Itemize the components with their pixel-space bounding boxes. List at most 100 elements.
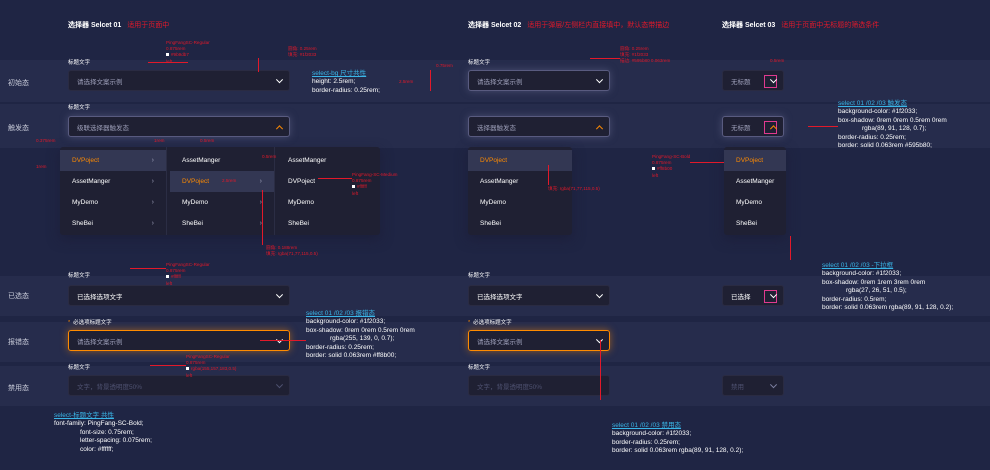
note-error: select 01 /02 /03 报错态 background-color: #… <box>306 310 415 360</box>
annotation-spacing: 0.5rem <box>262 154 277 159</box>
field-label: 标题文字 <box>468 365 491 371</box>
menu-item[interactable]: MyDemo › <box>60 192 166 213</box>
annotation-spacing: 2.5rem <box>399 79 414 84</box>
state-label-trigger: 触发态 <box>8 125 29 132</box>
chevron-up-icon <box>595 124 604 132</box>
note-label: select-标题文字 共性 font-family: PingFang-SC-B… <box>54 412 152 453</box>
menu-item[interactable]: DVPoject › <box>60 150 166 171</box>
cascade-dropdown: DVPoject › AssetManger › MyDemo › SheBei › A… <box>60 147 380 235</box>
column-header-2: 选择器 Selcet 02 适用于弹层/左侧栏内直接填中，默认态带描边 <box>468 22 670 29</box>
field-label-required: * 必选项标题文字 <box>468 320 512 326</box>
annotation-spacing: 0.75rem <box>436 63 453 68</box>
note-trigger: select 01 /02 /03 触发态 background-color: #… <box>838 100 947 150</box>
field-label-required: * 必选项标题文字 <box>68 320 112 326</box>
field-label: 标题文字 <box>468 60 491 66</box>
chevron-down-icon <box>595 290 604 298</box>
state-label-selected: 已选态 <box>8 293 29 300</box>
select-03-disabled: 禁用 <box>722 375 784 396</box>
select-02-error[interactable]: 请选择文案示例 <box>468 330 610 351</box>
menu-item[interactable]: SheBei <box>724 213 786 234</box>
chevron-down-icon <box>275 380 284 388</box>
annotation-font: PingFangSC-Regular 0.875rem #9b9db7 left <box>166 40 210 64</box>
menu-item[interactable]: MyDemo › <box>170 192 274 213</box>
chevron-right-icon: › <box>151 220 154 227</box>
placeholder-text: 无标题 <box>731 124 751 132</box>
placeholder-text: 级联选择器触发态 <box>77 124 129 132</box>
menu-item[interactable]: AssetManger <box>276 150 380 171</box>
chevron-down-icon <box>275 75 284 83</box>
selected-value: 已选择选项文字 <box>477 293 523 301</box>
select-01-error[interactable]: 请选择文案示例 <box>68 330 290 351</box>
annotation-fill: 圆角: 0.188rem 填充: rgba(71,77,115,0.5) <box>266 245 318 257</box>
menu-item[interactable]: MyDemo <box>468 192 572 213</box>
placeholder-text: 选择器触发态 <box>477 124 516 132</box>
annotation-fill: 填充: rgba(71,77,115,0.5) <box>548 186 600 191</box>
placeholder-text: 请选择文案示例 <box>77 338 123 346</box>
menu-item[interactable]: SheBei <box>468 213 572 234</box>
chevron-right-icon: › <box>259 178 262 185</box>
chevron-right-icon: › <box>151 199 154 206</box>
chevron-down-icon <box>275 290 284 298</box>
select-01-initial[interactable]: 请选择文案示例 <box>68 70 290 91</box>
menu-item[interactable]: DVPoject <box>724 150 786 171</box>
annotation-spacing: 1rem <box>36 164 47 169</box>
select-01-trigger[interactable]: 级联选择器触发态 <box>68 116 290 137</box>
field-label: 标题文字 <box>468 273 491 279</box>
annotation-stroke: 圆角: 0.25rem 填充: #1f2033 描边: #595b80 0.063r… <box>620 46 671 64</box>
divider <box>274 147 275 235</box>
placeholder-text: 无标题 <box>731 78 751 86</box>
column-header-3: 选择器 Selcet 03 适用于页面中无标题的筛选条件 <box>722 22 880 29</box>
note-size: select-bg 尺寸共性 height: 2.5rem; border-radi… <box>312 70 380 94</box>
selected-value: 已选择选项文字 <box>77 293 123 301</box>
state-label-initial: 初始态 <box>8 80 29 87</box>
annotation-font: PingFang-SC-Medium 0.875rem #ffffff left <box>352 172 398 196</box>
annotation-spacing: 0.375rem <box>36 138 56 143</box>
annotation-spacing: 0.5rem <box>200 138 215 143</box>
placeholder-text: 文字，背景透明度50% <box>77 383 143 391</box>
menu-item[interactable]: SheBei <box>276 213 380 234</box>
annotation-fill: 圆角: 0.25rem 填充: #1f2033 <box>288 46 317 58</box>
placeholder-text: 文字，背景透明度50% <box>477 383 543 391</box>
menu-item[interactable]: MyDemo <box>724 192 786 213</box>
divider <box>166 147 167 235</box>
placeholder-text: 请选择文案示例 <box>77 78 123 86</box>
field-label: 标题文字 <box>68 273 91 279</box>
menu-item[interactable]: SheBei › <box>60 213 166 234</box>
menu-item[interactable]: SheBei › <box>170 213 274 234</box>
select-02-initial[interactable]: 请选择文案示例 <box>468 70 610 91</box>
annotation-spacing: 0.5rem <box>770 58 785 63</box>
chevron-down-icon <box>595 75 604 83</box>
menu-item[interactable]: AssetManger › <box>60 171 166 192</box>
chevron-up-icon <box>275 124 284 132</box>
note-dropdown: select 01 /02 /03 -下拉框 background-color: … <box>822 262 954 312</box>
annotation-font: PingFangSC-Regular 0.875rem rgba(155,157,1… <box>186 354 237 378</box>
annotation-font: PingFangSC-Regular 0.875rem #ffffff left <box>166 262 210 286</box>
state-label-error: 报错态 <box>8 339 29 346</box>
select-03-dropdown: DVPoject AssetManger MyDemo SheBei <box>724 147 786 235</box>
select-03-trigger[interactable]: 无标题 <box>722 116 784 137</box>
chevron-down-icon <box>769 380 778 388</box>
selected-value: 已选择 <box>731 293 751 301</box>
select-02-selected[interactable]: 已选择选项文字 <box>468 285 610 306</box>
state-label-disabled: 禁用态 <box>8 385 29 392</box>
select-03-initial[interactable]: 无标题 <box>722 70 784 91</box>
select-02-disabled: 文字，背景透明度50% <box>468 375 610 396</box>
placeholder-text: 禁用 <box>731 383 744 391</box>
field-label: 标题文字 <box>68 60 91 66</box>
annotation-font: PingFang-SC-Bold 0.875rem #ff8b00 left <box>652 154 691 178</box>
chevron-right-icon: › <box>151 178 154 185</box>
annotation-spacing: 1rem <box>154 138 165 143</box>
select-01-disabled: 文字，背景透明度50% <box>68 375 290 396</box>
menu-item[interactable]: AssetManger <box>170 150 274 171</box>
annotation-spacing: 2.5rem <box>222 178 237 183</box>
note-disabled: select 01 /02 /03 禁用态 background-color: #… <box>612 422 744 455</box>
chevron-right-icon: › <box>151 157 154 164</box>
select-03-selected[interactable]: 已选择 <box>722 285 784 306</box>
menu-item[interactable]: AssetManger <box>724 171 786 192</box>
field-label: 标题文字 <box>68 365 91 371</box>
field-label: 标题文字 <box>68 105 91 111</box>
select-01-selected[interactable]: 已选择选项文字 <box>68 285 290 306</box>
column-header-1: 选择器 Selcet 01 适用于页面中 <box>68 22 170 29</box>
menu-item[interactable]: DVPoject <box>468 150 572 171</box>
select-02-trigger[interactable]: 选择器触发态 <box>468 116 610 137</box>
